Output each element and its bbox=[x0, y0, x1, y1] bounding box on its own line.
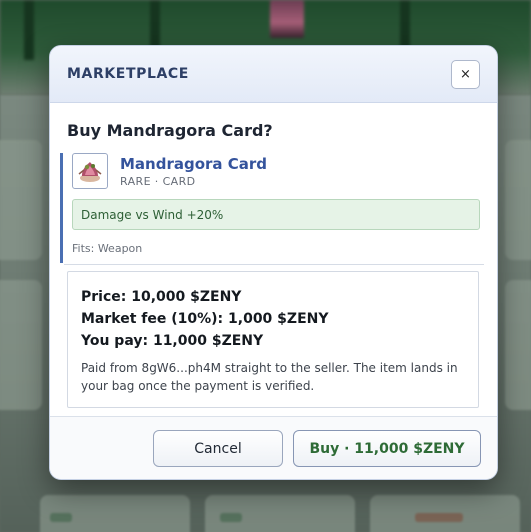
fee-line: Market fee (10%): 1,000 $ZENY bbox=[81, 311, 329, 327]
background-card bbox=[0, 140, 42, 260]
item-details: Mandragora Card RARE · CARD Damage vs Wi… bbox=[60, 153, 480, 263]
item-effect: Damage vs Wind +20% bbox=[72, 199, 480, 230]
background-tag bbox=[220, 513, 242, 522]
price-summary: Price: 10,000 $ZENY Market fee (10%): 1,… bbox=[67, 271, 479, 408]
background-card bbox=[505, 140, 531, 260]
price-line: Price: 10,000 $ZENY bbox=[81, 289, 242, 305]
dialog-title: MARKETPLACE bbox=[67, 66, 189, 82]
section-divider bbox=[64, 264, 484, 265]
mandragora-card-icon bbox=[72, 153, 108, 189]
buy-button[interactable]: Buy · 11,000 $ZENY bbox=[293, 430, 481, 467]
background-stripe bbox=[24, 0, 34, 60]
background-card bbox=[505, 280, 531, 410]
dialog-header: MARKETPLACE × bbox=[50, 46, 497, 103]
close-button[interactable]: × bbox=[451, 59, 480, 89]
marketplace-dialog: MARKETPLACE × Buy Mandragora Card? Mandr… bbox=[49, 45, 498, 480]
background-tag bbox=[415, 513, 463, 522]
background-character bbox=[270, 0, 304, 38]
item-text: Mandragora Card RARE · CARD bbox=[120, 155, 267, 188]
dialog-footer: Cancel Buy · 11,000 $ZENY bbox=[50, 416, 497, 479]
item-meta: RARE · CARD bbox=[120, 174, 196, 188]
background-tag bbox=[50, 513, 72, 522]
cancel-button[interactable]: Cancel bbox=[153, 430, 283, 467]
background-card bbox=[0, 280, 42, 410]
payment-note: Paid from 8gW6...ph4M straight to the se… bbox=[81, 361, 458, 393]
confirm-heading: Buy Mandragora Card? bbox=[67, 121, 273, 140]
item-summary: Mandragora Card RARE · CARD bbox=[72, 153, 480, 189]
item-name: Mandragora Card bbox=[120, 154, 268, 173]
total-line: You pay: 11,000 $ZENY bbox=[81, 333, 264, 349]
item-fits: Fits: Weapon bbox=[72, 242, 143, 255]
close-icon: × bbox=[460, 66, 471, 82]
dialog-body: Buy Mandragora Card? Mandragora Card RAR bbox=[50, 103, 497, 408]
